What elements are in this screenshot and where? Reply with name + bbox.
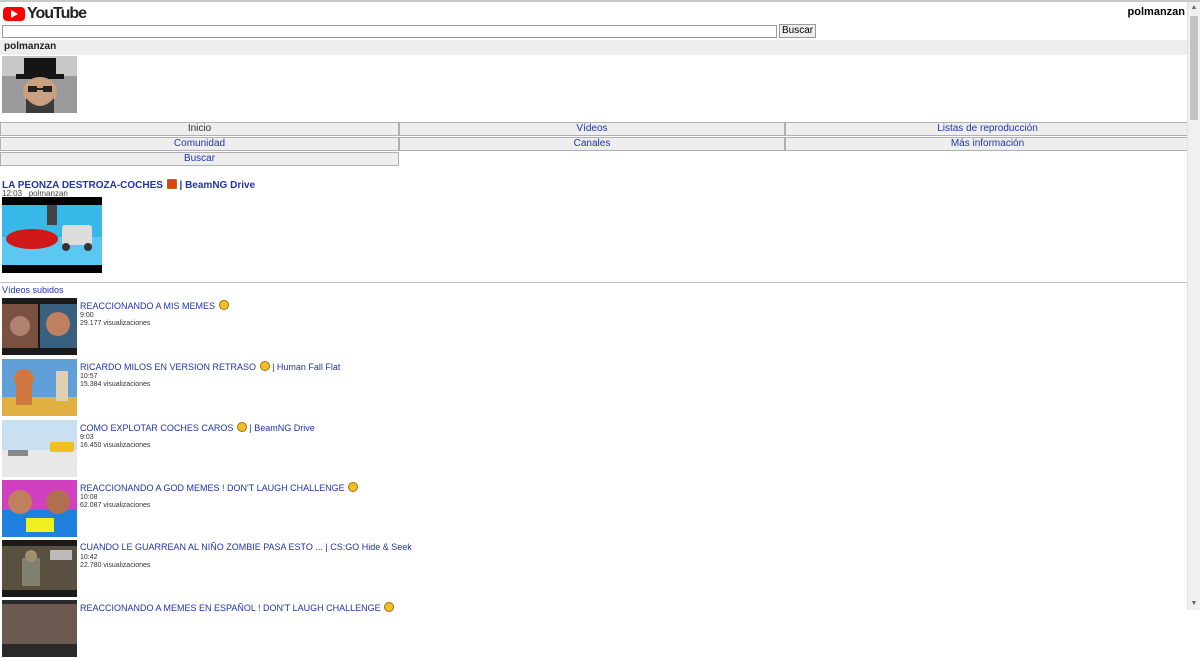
channel-name: polmanzan <box>4 41 57 52</box>
collision-emoji-icon <box>166 179 177 189</box>
video-duration: 10:42 <box>80 554 98 561</box>
video-thumbnail[interactable] <box>2 600 77 657</box>
video-views: 16.450 visualizaciones <box>80 442 151 449</box>
featured-title-suffix[interactable]: | BeamNG Drive <box>180 180 256 191</box>
logo-text: YouTube <box>27 5 87 22</box>
vertical-scrollbar[interactable]: ▲ ▼ <box>1187 2 1200 610</box>
laughing-emoji-icon <box>348 482 359 492</box>
laughing-emoji-icon <box>384 602 395 612</box>
section-divider <box>0 282 1188 283</box>
avatar-image <box>2 56 77 113</box>
tab-videos[interactable]: Vídeos <box>399 122 785 136</box>
list-item[interactable]: CUANDO LE GUARREAN AL NIÑO ZOMBIE PASA E… <box>2 540 902 598</box>
video-title[interactable]: REACCIONANDO A MIS MEMES <box>80 300 229 311</box>
video-thumbnail-image <box>2 480 77 537</box>
laughing-emoji-icon <box>259 361 270 371</box>
video-title-text: RICARDO MILOS EN VERSION RETRASO <box>80 362 257 372</box>
list-item[interactable]: REACCIONANDO A MIS MEMES 9:00 29.177 vis… <box>2 298 902 356</box>
uploads-heading[interactable]: Vídeos subidos <box>2 285 64 295</box>
video-views: 62.087 visualizaciones <box>80 502 151 509</box>
search-input[interactable] <box>2 24 777 38</box>
channel-name-bar: polmanzan <box>0 40 1188 55</box>
video-thumbnail[interactable] <box>2 298 77 355</box>
youtube-logo[interactable]: YouTube <box>3 5 87 23</box>
video-thumbnail-image <box>2 420 77 477</box>
featured-thumbnail-image <box>2 197 102 273</box>
list-item[interactable]: REACCIONANDO A GOD MEMES ! DON'T LAUGH C… <box>2 480 902 538</box>
video-thumbnail-image <box>2 359 77 416</box>
video-thumbnail-image <box>2 540 77 597</box>
scrollbar-thumb[interactable] <box>1190 16 1198 120</box>
video-title-text: REACCIONANDO A GOD MEMES ! DON'T LAUGH C… <box>80 483 345 493</box>
video-views: 29.177 visualizaciones <box>80 320 151 327</box>
tab-canales[interactable]: Canales <box>399 137 785 151</box>
search-bar: Buscar <box>2 24 817 38</box>
video-title-text: CUANDO LE GUARREAN AL NIÑO ZOMBIE PASA E… <box>80 542 412 552</box>
video-thumbnail[interactable] <box>2 480 77 537</box>
video-views: 15.384 visualizaciones <box>80 381 151 388</box>
video-title[interactable]: CUANDO LE GUARREAN AL NIÑO ZOMBIE PASA E… <box>80 542 412 552</box>
video-title-suffix: | BeamNG Drive <box>249 423 315 433</box>
video-duration: 10:08 <box>80 494 98 501</box>
video-thumbnail-image <box>2 298 77 355</box>
video-title[interactable]: COMO EXPLOTAR COCHES CAROS | BeamNG Driv… <box>80 422 315 433</box>
avatar[interactable] <box>2 56 77 113</box>
scroll-down-icon[interactable]: ▼ <box>1188 598 1200 610</box>
tab-comunidad[interactable]: Comunidad <box>0 137 399 151</box>
header: YouTube polmanzan <box>0 2 1188 24</box>
search-button[interactable]: Buscar <box>779 24 817 38</box>
video-duration: 10:57 <box>80 373 98 380</box>
video-thumbnail-image <box>2 600 77 657</box>
list-item[interactable]: COMO EXPLOTAR COCHES CAROS | BeamNG Driv… <box>2 420 902 478</box>
tab-buscar[interactable]: Buscar <box>0 152 399 166</box>
video-title[interactable]: REACCIONANDO A GOD MEMES ! DON'T LAUGH C… <box>80 482 359 493</box>
video-duration: 9:03 <box>80 434 94 441</box>
video-duration: 9:00 <box>80 312 94 319</box>
laughing-emoji-icon <box>236 422 247 432</box>
video-title-suffix: | Human Fall Flat <box>272 362 341 372</box>
list-item[interactable]: REACCIONANDO A MEMES EN ESPAÑOL ! DON'T … <box>2 600 902 658</box>
video-thumbnail[interactable] <box>2 540 77 597</box>
video-title-text: COMO EXPLOTAR COCHES CAROS <box>80 423 234 433</box>
account-username[interactable]: polmanzan <box>1128 6 1185 18</box>
laughing-emoji-icon <box>218 300 229 310</box>
video-thumbnail[interactable] <box>2 359 77 416</box>
featured-thumbnail[interactable] <box>2 197 102 273</box>
video-views: 22.780 visualizaciones <box>80 562 151 569</box>
play-icon <box>3 7 25 21</box>
video-thumbnail[interactable] <box>2 420 77 477</box>
tab-inicio[interactable]: Inicio <box>0 122 399 136</box>
video-title[interactable]: RICARDO MILOS EN VERSION RETRASO | Human… <box>80 361 340 372</box>
video-title-text: REACCIONANDO A MEMES EN ESPAÑOL ! DON'T … <box>80 603 381 613</box>
scroll-up-icon[interactable]: ▲ <box>1188 2 1200 14</box>
tab-mas-informacion[interactable]: Más información <box>785 137 1190 151</box>
tab-playlists[interactable]: Listas de reproducción <box>785 122 1190 136</box>
video-title-text: REACCIONANDO A MIS MEMES <box>80 301 216 311</box>
list-item[interactable]: RICARDO MILOS EN VERSION RETRASO | Human… <box>2 359 902 417</box>
